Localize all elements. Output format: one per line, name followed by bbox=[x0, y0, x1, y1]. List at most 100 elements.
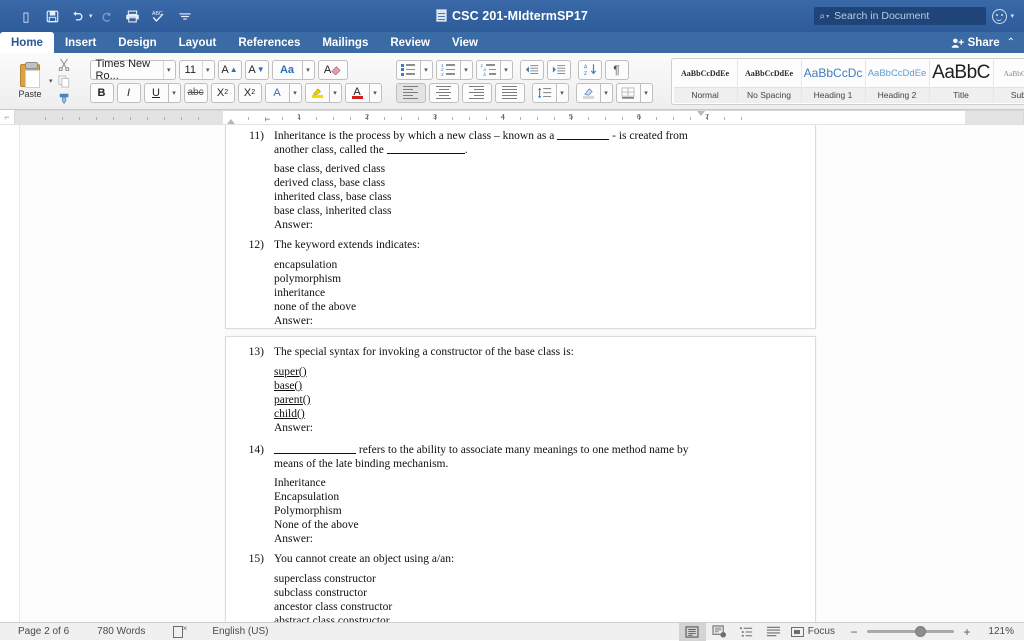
text-effects-button[interactable]: A bbox=[265, 83, 289, 103]
bullets-button[interactable] bbox=[396, 60, 420, 80]
borders-button[interactable] bbox=[616, 83, 640, 103]
tab-insert[interactable]: Insert bbox=[54, 32, 107, 53]
format-painter-icon[interactable] bbox=[56, 91, 73, 106]
zoom-in-button[interactable]: + bbox=[958, 625, 976, 639]
numbering-button[interactable]: 1 2 3 bbox=[436, 60, 460, 80]
decrease-indent-button[interactable] bbox=[520, 60, 544, 80]
style-no-spacing[interactable]: AaBbCcDdEe No Spacing bbox=[738, 60, 802, 103]
save-icon[interactable] bbox=[40, 5, 64, 27]
question-12: 12) The keyword extends indicates: encap… bbox=[226, 239, 815, 328]
undo-dropdown-caret[interactable]: ▾ bbox=[89, 12, 93, 20]
font-name-combo[interactable]: Times New Ro... ▾ bbox=[90, 60, 176, 80]
outline-view-button[interactable] bbox=[733, 623, 760, 641]
spelling-check-icon[interactable]: ABC bbox=[147, 5, 171, 27]
document-page-1[interactable]: 11) Inheritance is the process by which … bbox=[225, 125, 816, 329]
page-indicator[interactable]: Page 2 of 6 bbox=[18, 626, 97, 637]
redo-icon[interactable] bbox=[95, 5, 119, 27]
italic-button[interactable]: I bbox=[117, 83, 141, 103]
proofing-status-icon[interactable] bbox=[173, 626, 186, 637]
highlight-caret[interactable]: ▾ bbox=[329, 83, 342, 103]
tab-view[interactable]: View bbox=[441, 32, 489, 53]
print-icon[interactable] bbox=[121, 5, 145, 27]
tab-references[interactable]: References bbox=[227, 32, 311, 53]
first-line-indent-marker[interactable] bbox=[227, 119, 235, 124]
shrink-font-button[interactable]: A▼ bbox=[245, 60, 269, 80]
feedback-smiley-icon[interactable] bbox=[992, 9, 1007, 24]
subscript-button[interactable]: X2 bbox=[211, 83, 235, 103]
document-page-2[interactable]: 13) The special syntax for invoking a co… bbox=[225, 336, 816, 622]
increase-indent-button[interactable] bbox=[547, 60, 571, 80]
horizontal-ruler[interactable]: 1 2 3 4 5 6 7 ⌐ bbox=[14, 110, 1024, 124]
paste-button[interactable]: Paste bbox=[5, 64, 47, 99]
line-spacing-button[interactable] bbox=[532, 83, 556, 103]
justify-button[interactable] bbox=[495, 83, 525, 103]
borders-caret[interactable]: ▾ bbox=[640, 83, 653, 103]
align-right-button[interactable] bbox=[462, 83, 492, 103]
question-11-option-3: inherited class, base class bbox=[274, 190, 815, 204]
language-indicator[interactable]: English (US) bbox=[186, 626, 296, 637]
show-formatting-marks-button[interactable]: ¶ bbox=[605, 60, 629, 80]
zoom-out-button[interactable]: − bbox=[845, 625, 863, 639]
strikethrough-button[interactable]: abc bbox=[184, 83, 208, 103]
focus-mode-button[interactable]: Focus bbox=[787, 626, 845, 637]
status-left: Page 2 of 6 780 Words English (US) bbox=[0, 626, 296, 637]
highlight-button[interactable] bbox=[305, 83, 329, 103]
borders-split: ▾ bbox=[616, 83, 653, 103]
shading-caret[interactable]: ▾ bbox=[600, 83, 613, 103]
word-count[interactable]: 780 Words bbox=[97, 626, 173, 637]
draft-view-button[interactable] bbox=[760, 623, 787, 641]
tab-mailings[interactable]: Mailings bbox=[311, 32, 379, 53]
search-input[interactable]: ⌕ ▾ Search in Document bbox=[814, 7, 986, 25]
tab-layout[interactable]: Layout bbox=[168, 32, 228, 53]
change-case-caret[interactable]: ▾ bbox=[302, 60, 315, 80]
customize-quick-access-icon[interactable] bbox=[173, 5, 197, 27]
shading-button[interactable] bbox=[576, 83, 600, 103]
font-color-button[interactable]: A bbox=[345, 83, 369, 103]
font-size-combo[interactable]: 11 ▾ bbox=[179, 60, 215, 80]
tab-design[interactable]: Design bbox=[107, 32, 167, 53]
style-title[interactable]: AaBbC Title bbox=[930, 60, 994, 103]
tab-review[interactable]: Review bbox=[379, 32, 441, 53]
zoom-slider-knob[interactable] bbox=[915, 626, 926, 637]
zoom-level[interactable]: 121% bbox=[976, 626, 1014, 637]
grow-font-button[interactable]: A▲ bbox=[218, 60, 242, 80]
share-button[interactable]: Share bbox=[951, 37, 1000, 49]
cut-icon[interactable] bbox=[56, 57, 73, 72]
tab-home[interactable]: Home bbox=[0, 32, 54, 53]
font-size-caret[interactable]: ▾ bbox=[202, 61, 212, 79]
numbering-caret[interactable]: ▾ bbox=[460, 60, 473, 80]
font-name-caret[interactable]: ▾ bbox=[163, 61, 173, 79]
bullets-caret[interactable]: ▾ bbox=[420, 60, 433, 80]
superscript-button[interactable]: X2 bbox=[238, 83, 262, 103]
bullets-split: ▾ bbox=[396, 60, 433, 80]
right-indent-marker[interactable] bbox=[697, 111, 705, 116]
multilevel-list-button[interactable]: 1 a b bbox=[476, 60, 500, 80]
copy-icon[interactable] bbox=[56, 74, 73, 89]
align-left-button[interactable] bbox=[396, 83, 426, 103]
feedback-dropdown-caret[interactable]: ▾ bbox=[1010, 12, 1014, 20]
tab-stop-marker[interactable]: ⌐ bbox=[265, 114, 270, 124]
undo-icon[interactable] bbox=[66, 5, 90, 27]
style-normal[interactable]: AaBbCcDdEe Normal bbox=[674, 60, 738, 103]
web-layout-view-button[interactable] bbox=[706, 623, 733, 641]
underline-button[interactable]: U bbox=[144, 83, 168, 103]
style-heading-2[interactable]: AaBbCcDdEe Heading 2 bbox=[866, 60, 930, 103]
collapse-ribbon-icon[interactable]: ⌃ bbox=[1007, 37, 1015, 48]
print-layout-view-button[interactable] bbox=[679, 623, 706, 641]
sort-button[interactable]: AZ bbox=[578, 60, 602, 80]
search-dropdown-caret[interactable]: ▾ bbox=[826, 13, 829, 20]
change-case-button[interactable]: Aa bbox=[272, 60, 302, 80]
style-subtitle[interactable]: AaBbCcDdEe Subtitle bbox=[994, 60, 1024, 103]
clear-formatting-button[interactable]: A bbox=[318, 60, 348, 80]
zoom-slider[interactable] bbox=[863, 623, 958, 641]
style-normal-preview: AaBbCcDdEe bbox=[681, 60, 729, 88]
style-heading-1[interactable]: AaBbCcDc Heading 1 bbox=[802, 60, 866, 103]
line-spacing-caret[interactable]: ▾ bbox=[556, 83, 569, 103]
bold-button[interactable]: B bbox=[90, 83, 114, 103]
underline-caret[interactable]: ▾ bbox=[168, 83, 181, 103]
text-effects-caret[interactable]: ▾ bbox=[289, 83, 302, 103]
align-center-button[interactable] bbox=[429, 83, 459, 103]
multilevel-caret[interactable]: ▾ bbox=[500, 60, 513, 80]
font-color-caret[interactable]: ▾ bbox=[369, 83, 382, 103]
sidebar-toggle-icon[interactable]: ▯ bbox=[14, 5, 38, 27]
